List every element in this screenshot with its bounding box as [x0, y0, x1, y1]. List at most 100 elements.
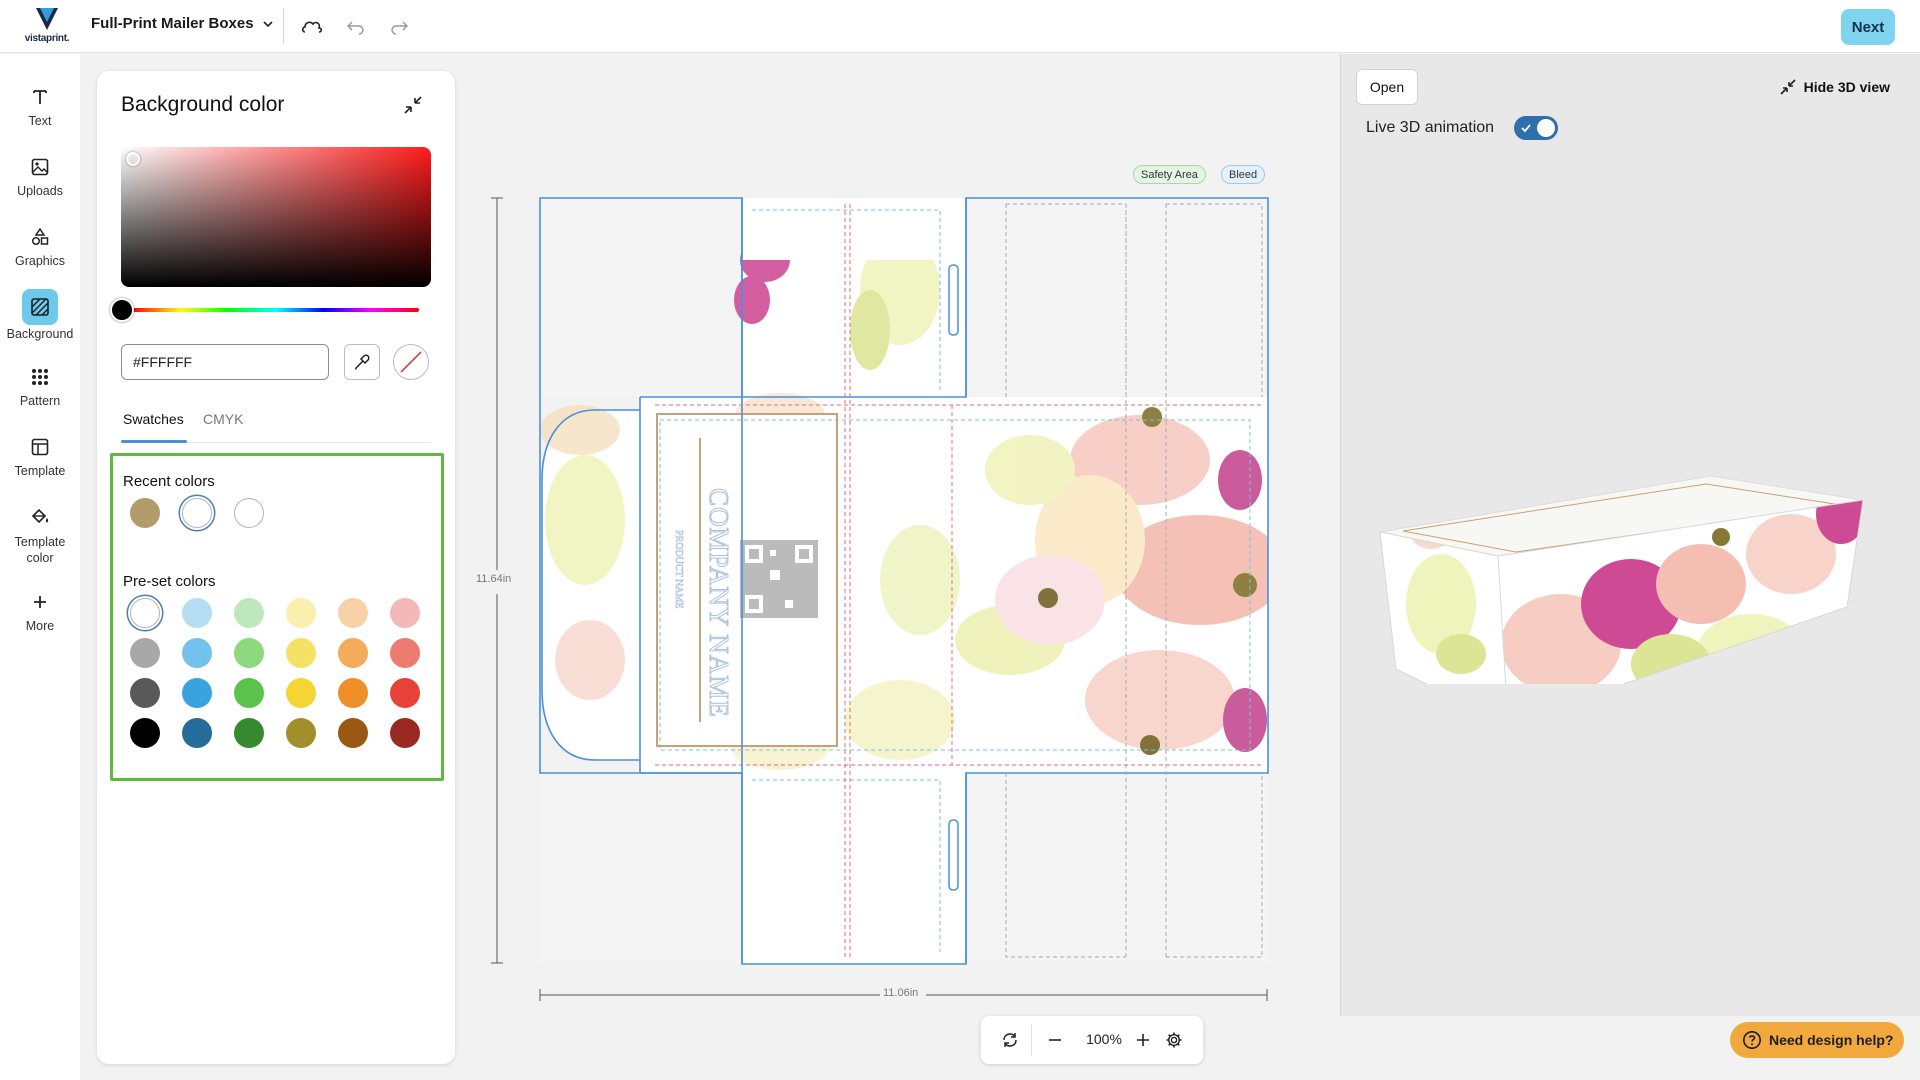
saturation-handle[interactable] [126, 152, 140, 166]
next-button[interactable]: Next [1841, 9, 1895, 45]
live-3d-animation-label: Live 3D animation [1366, 119, 1495, 136]
product-name-label: Full-Print Mailer Boxes [91, 15, 254, 32]
zoom-level[interactable]: 100% [1079, 1031, 1129, 1047]
preset-color-swatch[interactable] [286, 598, 316, 628]
hex-color-input[interactable] [121, 344, 329, 380]
preset-color-swatch[interactable] [338, 638, 368, 668]
undo-icon[interactable] [343, 14, 369, 40]
preset-color-swatch[interactable] [130, 678, 160, 708]
preset-color-swatch[interactable] [390, 598, 420, 628]
preset-color-swatch[interactable] [182, 638, 212, 668]
background-icon [22, 289, 58, 325]
recent-color-swatch[interactable] [182, 498, 212, 528]
collapse-icon[interactable] [403, 95, 425, 117]
preset-color-swatch[interactable] [286, 678, 316, 708]
shapes-icon [27, 224, 53, 250]
live-3d-animation-toggle[interactable] [1514, 116, 1558, 140]
logo-text: vistaprint. [24, 33, 70, 44]
no-color-icon [400, 351, 422, 373]
product-name-text[interactable]: PRODUCT NAME [673, 530, 685, 609]
preset-color-swatch[interactable] [338, 598, 368, 628]
height-dimension-label: 11.64in [476, 573, 512, 585]
open-button[interactable]: Open [1356, 69, 1418, 105]
preset-color-swatch[interactable] [234, 678, 264, 708]
preset-color-swatch[interactable] [182, 678, 212, 708]
chevron-down-icon [262, 20, 273, 27]
recent-color-swatch[interactable] [130, 498, 160, 528]
vistaprint-logo[interactable]: vistaprint. [22, 6, 72, 46]
hide-3d-view-button[interactable]: Hide 3D view [1779, 78, 1890, 96]
rail-item-uploads[interactable]: Uploads [0, 154, 80, 198]
preset-color-swatch[interactable] [130, 718, 160, 748]
grid-dots-icon [27, 364, 53, 390]
need-design-help-button[interactable]: Need design help? [1730, 1022, 1904, 1058]
3d-preview-pane: Open Hide 3D view Live 3D animation [1340, 54, 1920, 1016]
rail-item-graphics[interactable]: Graphics [0, 224, 80, 268]
dieline-canvas[interactable]: COMPANY NAME PRODUCT NAME [470, 190, 1290, 1010]
rail-item-pattern[interactable]: Pattern [0, 364, 80, 408]
plus-icon [27, 589, 53, 615]
image-icon [27, 154, 53, 180]
preset-color-swatch[interactable] [130, 638, 160, 668]
left-tool-rail: Text Uploads Graphics Background Pattern… [0, 54, 80, 1080]
rail-item-more[interactable]: More [0, 589, 80, 633]
rail-item-template[interactable]: Template [0, 434, 80, 478]
rail-item-text[interactable]: Text [0, 84, 80, 128]
bleed-badge[interactable]: Bleed [1221, 165, 1266, 184]
recent-color-swatch[interactable] [234, 498, 264, 528]
rail-item-template-color[interactable]: Template color [0, 504, 80, 566]
no-color-button[interactable] [393, 344, 429, 380]
help-icon [1743, 1031, 1761, 1049]
company-name-text[interactable]: COMPANY NAME [704, 488, 735, 719]
toggle-knob [1537, 119, 1555, 137]
preset-color-swatch[interactable] [234, 638, 264, 668]
preset-colors-label: Pre-set colors [123, 573, 216, 590]
rail-label-text: Text [28, 114, 52, 128]
safety-area-badge[interactable]: Safety Area [1133, 165, 1206, 184]
saturation-value-picker[interactable] [121, 147, 431, 287]
tab-active-indicator [121, 440, 187, 443]
divider [1031, 1024, 1032, 1056]
tab-cmyk[interactable]: CMYK [203, 411, 243, 427]
preset-color-swatch[interactable] [234, 598, 264, 628]
check-icon [1521, 124, 1531, 133]
rail-item-background[interactable]: Background [0, 289, 80, 341]
preset-color-swatch[interactable] [130, 598, 160, 628]
preset-color-swatch[interactable] [182, 598, 212, 628]
top-bar: vistaprint. Full-Print Mailer Boxes Next [0, 0, 1920, 53]
preset-color-swatch[interactable] [286, 718, 316, 748]
background-color-panel: Background color Swatches CMYK Recent co… [97, 71, 455, 1064]
preset-color-swatch[interactable] [286, 638, 316, 668]
rail-label-background: Background [6, 327, 74, 341]
preset-color-swatch[interactable] [338, 678, 368, 708]
preset-color-swatch[interactable] [338, 718, 368, 748]
eyedropper-button[interactable] [344, 344, 380, 380]
preset-color-swatch[interactable] [390, 678, 420, 708]
preset-color-swatch[interactable] [234, 718, 264, 748]
3d-box-preview[interactable] [1371, 424, 1911, 684]
zoom-toolbar: 100% [981, 1016, 1203, 1064]
need-design-help-label: Need design help? [1769, 1032, 1894, 1048]
redo-icon[interactable] [386, 14, 412, 40]
eyedropper-icon [354, 354, 370, 370]
tab-swatches[interactable]: Swatches [123, 411, 184, 427]
rail-label-pattern: Pattern [19, 394, 61, 408]
cloud-save-icon[interactable] [299, 14, 325, 40]
text-icon [27, 84, 53, 110]
rail-label-uploads: Uploads [17, 184, 63, 198]
preset-color-swatch[interactable] [390, 718, 420, 748]
preset-color-swatch[interactable] [390, 638, 420, 668]
product-name-dropdown[interactable]: Full-Print Mailer Boxes [91, 15, 274, 32]
fit-to-view-icon[interactable] [998, 1028, 1022, 1052]
paint-bucket-icon [27, 504, 53, 530]
zoom-in-icon[interactable] [1131, 1028, 1155, 1052]
rail-label-template: Template [14, 464, 66, 478]
zoom-out-icon[interactable] [1043, 1028, 1067, 1052]
divider [283, 8, 284, 44]
preset-color-swatch[interactable] [182, 718, 212, 748]
collapse-icon [1780, 79, 1796, 95]
hue-slider[interactable] [133, 308, 419, 312]
hue-slider-handle[interactable] [110, 298, 134, 322]
recent-colors-label: Recent colors [123, 473, 215, 490]
gear-icon[interactable] [1162, 1028, 1186, 1052]
